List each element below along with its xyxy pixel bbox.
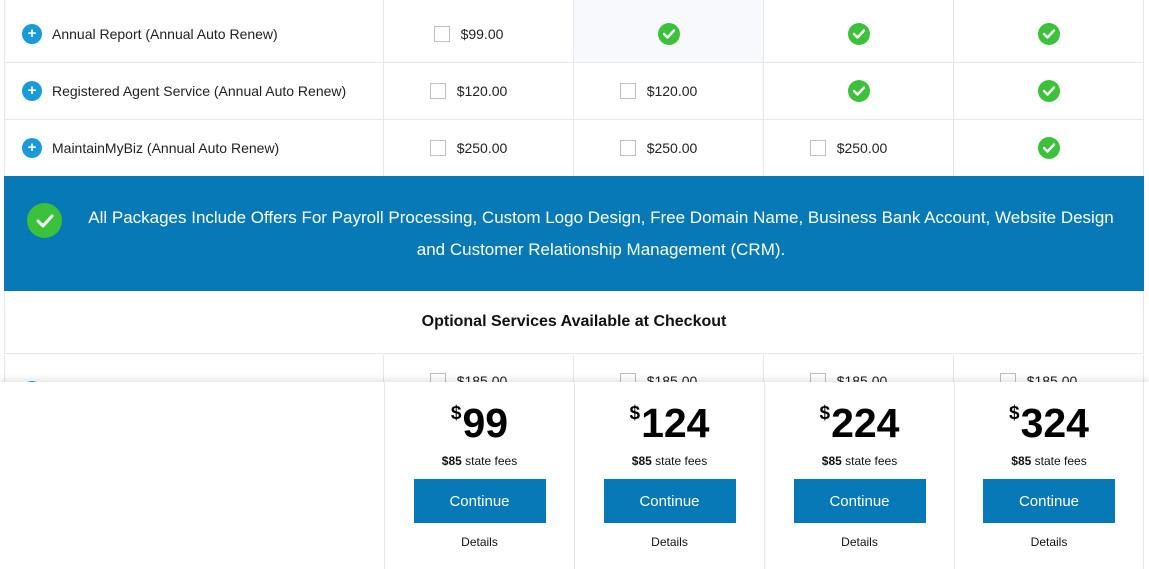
service-row: + MaintainMyBiz (Annual Auto Renew) $250…	[4, 119, 1144, 177]
service-price: $250.00	[646, 139, 698, 156]
add-service-checkbox[interactable]	[429, 139, 446, 156]
service-row: + Annual Report (Annual Auto Renew) $99.…	[4, 5, 1144, 63]
plan-cell: $185.00	[384, 355, 574, 385]
plan-cell	[954, 119, 1144, 176]
service-name: Annual Report (Annual Auto Renew)	[52, 25, 278, 42]
plan-cell: $250.00	[764, 119, 954, 176]
currency-symbol: $	[1009, 403, 1020, 424]
state-fees-amount: $85	[1011, 454, 1032, 468]
price-amount: 99	[462, 400, 509, 446]
details-link[interactable]: Details	[765, 535, 954, 549]
included-check-icon	[847, 22, 870, 45]
state-fees: $85 state fees	[385, 454, 574, 468]
plan-column: $124 $85 state fees Continue Details	[574, 382, 764, 569]
expand-plus-icon[interactable]: +	[22, 80, 42, 101]
plan-price: $99	[385, 400, 574, 448]
expand-plus-icon[interactable]: +	[22, 23, 42, 44]
currency-symbol: $	[450, 403, 462, 424]
plan-cell: $185.00	[954, 355, 1144, 385]
state-fees: $85 state fees	[765, 454, 954, 468]
service-name-cell: + MaintainMyBiz (Annual Auto Renew)	[4, 119, 384, 176]
state-fees: $85 state fees	[955, 454, 1143, 468]
plan-column: $99 $85 state fees Continue Details	[384, 382, 574, 569]
banner-text: All Packages Include Offers For Payroll …	[88, 207, 1114, 259]
service-name-cell: + Annual Report (Annual Auto Renew)	[4, 5, 384, 62]
included-check-icon	[657, 22, 680, 45]
included-check-icon	[1037, 79, 1060, 102]
optional-service-row: + $185.00 $185.00 $185.00 $185.00	[4, 355, 1144, 385]
plan-column: $324 $85 state fees Continue Details	[954, 382, 1144, 569]
service-price: $120.00	[456, 82, 508, 99]
included-check-icon	[847, 79, 870, 102]
currency-symbol: $	[819, 403, 831, 424]
banner-check-icon	[27, 203, 62, 238]
plan-price: $324	[955, 400, 1143, 448]
plan-price: $124	[575, 400, 764, 448]
plan-cell	[764, 62, 954, 119]
optional-services-heading: Optional Services Available at Checkout	[4, 291, 1144, 354]
service-name: Registered Agent Service (Annual Auto Re…	[52, 82, 347, 99]
state-fees-amount: $85	[631, 454, 652, 468]
continue-button[interactable]: Continue	[793, 479, 926, 523]
plan-cell: $99.00	[384, 5, 574, 62]
add-service-checkbox[interactable]	[433, 25, 450, 42]
expand-plus-icon[interactable]: +	[22, 137, 42, 158]
plan-price: $224	[765, 400, 954, 448]
plan-cell: $185.00	[764, 355, 954, 385]
plan-price-footer: $99 $85 state fees Continue Details $124…	[0, 382, 1149, 569]
service-price: $250.00	[456, 139, 508, 156]
service-price: $99.00	[460, 25, 504, 42]
plan-cell: $250.00	[574, 119, 764, 176]
plan-cell: $250.00	[384, 119, 574, 176]
currency-symbol: $	[629, 403, 641, 424]
included-offers-banner: All Packages Include Offers For Payroll …	[4, 176, 1144, 291]
plan-cell: $120.00	[574, 62, 764, 119]
included-check-icon	[1037, 22, 1060, 45]
state-fees-amount: $85	[821, 454, 842, 468]
state-fees-label: state fees	[655, 454, 708, 468]
service-name-cell: + Registered Agent Service (Annual Auto …	[4, 62, 384, 119]
add-service-checkbox[interactable]	[809, 139, 826, 156]
state-fees-label: state fees	[465, 454, 518, 468]
continue-button[interactable]: Continue	[603, 479, 736, 523]
service-name: MaintainMyBiz (Annual Auto Renew)	[52, 139, 280, 156]
details-link[interactable]: Details	[955, 535, 1143, 549]
plan-cell: $120.00	[384, 62, 574, 119]
included-check-icon	[1037, 136, 1060, 159]
plan-cell	[764, 5, 954, 62]
continue-button[interactable]: Continue	[413, 479, 546, 523]
service-price: $250.00	[836, 139, 888, 156]
state-fees-label: state fees	[845, 454, 898, 468]
details-link[interactable]: Details	[575, 535, 764, 549]
plan-column: $224 $85 state fees Continue Details	[764, 382, 954, 569]
price-amount: 324	[1020, 400, 1089, 446]
plan-cell	[574, 5, 764, 62]
service-name-cell: +	[4, 355, 384, 385]
add-service-checkbox[interactable]	[429, 82, 446, 99]
state-fees-amount: $85	[441, 454, 462, 468]
service-price: $120.00	[646, 82, 698, 99]
state-fees-label: state fees	[1034, 454, 1087, 468]
details-link[interactable]: Details	[385, 535, 574, 549]
add-service-checkbox[interactable]	[619, 139, 636, 156]
price-amount: 224	[831, 400, 900, 446]
state-fees: $85 state fees	[575, 454, 764, 468]
add-service-checkbox[interactable]	[619, 82, 636, 99]
plan-cell	[954, 62, 1144, 119]
price-amount: 124	[641, 400, 710, 446]
plan-cell	[954, 5, 1144, 62]
plan-cell: $185.00	[574, 355, 764, 385]
service-row: + Registered Agent Service (Annual Auto …	[4, 62, 1144, 120]
continue-button[interactable]: Continue	[983, 479, 1115, 523]
